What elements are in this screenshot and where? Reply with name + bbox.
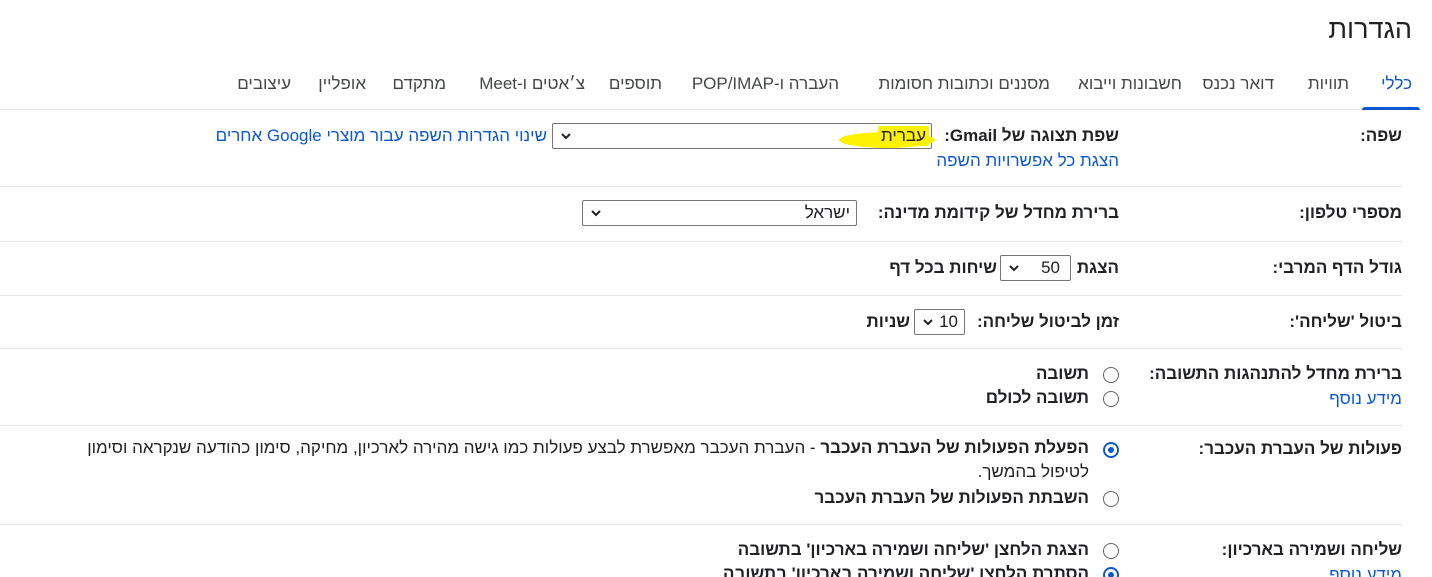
page-size-suffix: שיחות בכל דף — [889, 258, 997, 277]
hover-disable-radio[interactable] — [1103, 491, 1119, 507]
hover-disable-label: השבתת הפעולות של העברת העכבר — [814, 488, 1089, 507]
tab-forwarding-pop-imap[interactable]: העברה ו-POP/IMAP — [692, 74, 839, 94]
tab-advanced[interactable]: מתקדם — [392, 74, 446, 94]
hover-enable-radio[interactable] — [1103, 442, 1119, 458]
undo-send-prefix: זמן לביטול שליחה: — [977, 312, 1119, 331]
hide-send-archive-label: הסתרת הלחצן 'שליחה ושמירה בארכיון' בתשוב… — [723, 564, 1089, 577]
page-size-selected-value: 50 — [1041, 258, 1060, 277]
undo-send-select[interactable]: 10 — [914, 309, 965, 335]
settings-tabs: כללי תוויות דואר נכנס חשבונות וייבוא מסנ… — [0, 62, 1420, 110]
page-size-select[interactable]: 50 — [1000, 255, 1071, 281]
hover-enable-description: - העברת העכבר מאפשרת לבצע פעולות כמו גיש… — [87, 438, 821, 457]
reply-radio[interactable] — [1103, 367, 1119, 383]
chevron-down-icon — [923, 319, 933, 326]
send-archive-row: שליחה ושמירה בארכיון: מידע נוסף הצגת הלח… — [0, 525, 1402, 577]
hover-actions-label: פעולות של העברת העכבר: — [1198, 439, 1402, 458]
tab-chat-meet[interactable]: צ׳אטים ו-Meet — [479, 74, 585, 94]
hide-send-archive-radio[interactable] — [1103, 567, 1119, 577]
phone-row: מספרי טלפון: ברירת מחדל של קידומת מדינה:… — [0, 187, 1402, 242]
country-code-label: ברירת מחדל של קידומת מדינה: — [877, 203, 1119, 222]
reply-learn-more-link[interactable]: מידע נוסף — [1329, 389, 1402, 409]
reply-all-option-label: תשובה לכולם — [985, 388, 1089, 407]
tab-inbox[interactable]: דואר נכנס — [1202, 74, 1274, 94]
display-language-label: שפת תצוגה של Gmail: — [944, 126, 1119, 145]
chevron-down-icon — [1009, 265, 1019, 272]
tab-offline[interactable]: אופליין — [318, 74, 366, 94]
send-archive-label: שליחה ושמירה בארכיון: — [1221, 540, 1402, 559]
hover-actions-row: פעולות של העברת העכבר: הפעלת הפעולות של … — [0, 426, 1402, 525]
page-title: הגדרות — [1328, 14, 1412, 44]
undo-send-label: ביטול 'שליחה': — [1289, 312, 1402, 331]
page-size-prefix: הצגת — [1076, 258, 1119, 277]
show-all-languages-link[interactable]: הצגת כל אפשרויות השפה — [936, 151, 1119, 171]
undo-send-selected-value: 10 — [939, 312, 958, 331]
chevron-down-icon — [591, 210, 601, 217]
reply-behavior-label: ברירת מחדל להתנהגות התשובה: — [1149, 364, 1402, 383]
language-label: שפה: — [1360, 126, 1402, 145]
language-select[interactable]: עברית — [552, 123, 935, 149]
reply-option-label: תשובה — [1035, 364, 1089, 383]
language-selected-value: עברית — [878, 126, 929, 146]
page-size-label: גודל הדף המרבי: — [1272, 258, 1402, 277]
reply-all-radio[interactable] — [1103, 391, 1119, 407]
page-size-row: גודל הדף המרבי: הצגת 50 שיחות בכל דף — [0, 242, 1402, 296]
reply-behavior-row: ברירת מחדל להתנהגות התשובה: מידע נוסף תש… — [0, 349, 1402, 426]
show-send-archive-label: הצגת הלחצן 'שליחה ושמירה בארכיון' בתשובה — [737, 540, 1089, 559]
country-selected-value: ישראל — [804, 203, 850, 222]
hover-enable-text: הפעלת הפעולות של העברת העכבר - העברת העכ… — [87, 438, 1089, 458]
chevron-down-icon — [561, 133, 571, 140]
tab-accounts-import[interactable]: חשבונות וייבוא — [1078, 74, 1182, 94]
hover-enable-label: הפעלת הפעולות של העברת העכבר — [820, 438, 1089, 457]
send-archive-learn-more-link[interactable]: מידע נוסף — [1329, 565, 1402, 577]
undo-send-row: ביטול 'שליחה': זמן לביטול שליחה: 10 שניו… — [0, 296, 1402, 349]
language-row: שפה: שפת תצוגה של Gmail: עברית שינוי הגד… — [0, 110, 1402, 187]
hover-enable-description-cont: לטיפול בהמשך. — [977, 462, 1089, 481]
country-code-select[interactable]: ישראל — [582, 200, 857, 226]
tab-addons[interactable]: תוספים — [609, 74, 662, 94]
tab-labels[interactable]: תוויות — [1308, 74, 1349, 94]
phone-label: מספרי טלפון: — [1299, 203, 1402, 222]
undo-send-suffix: שניות — [866, 312, 910, 331]
change-language-link[interactable]: שינוי הגדרות השפה עבור מוצרי Google אחרי… — [216, 126, 547, 146]
show-send-archive-radio[interactable] — [1103, 543, 1119, 559]
tab-filters-blocked[interactable]: מסננים וכתובות חסומות — [878, 74, 1050, 94]
tab-general[interactable]: כללי — [1381, 74, 1412, 94]
tab-themes[interactable]: עיצובים — [237, 74, 291, 94]
